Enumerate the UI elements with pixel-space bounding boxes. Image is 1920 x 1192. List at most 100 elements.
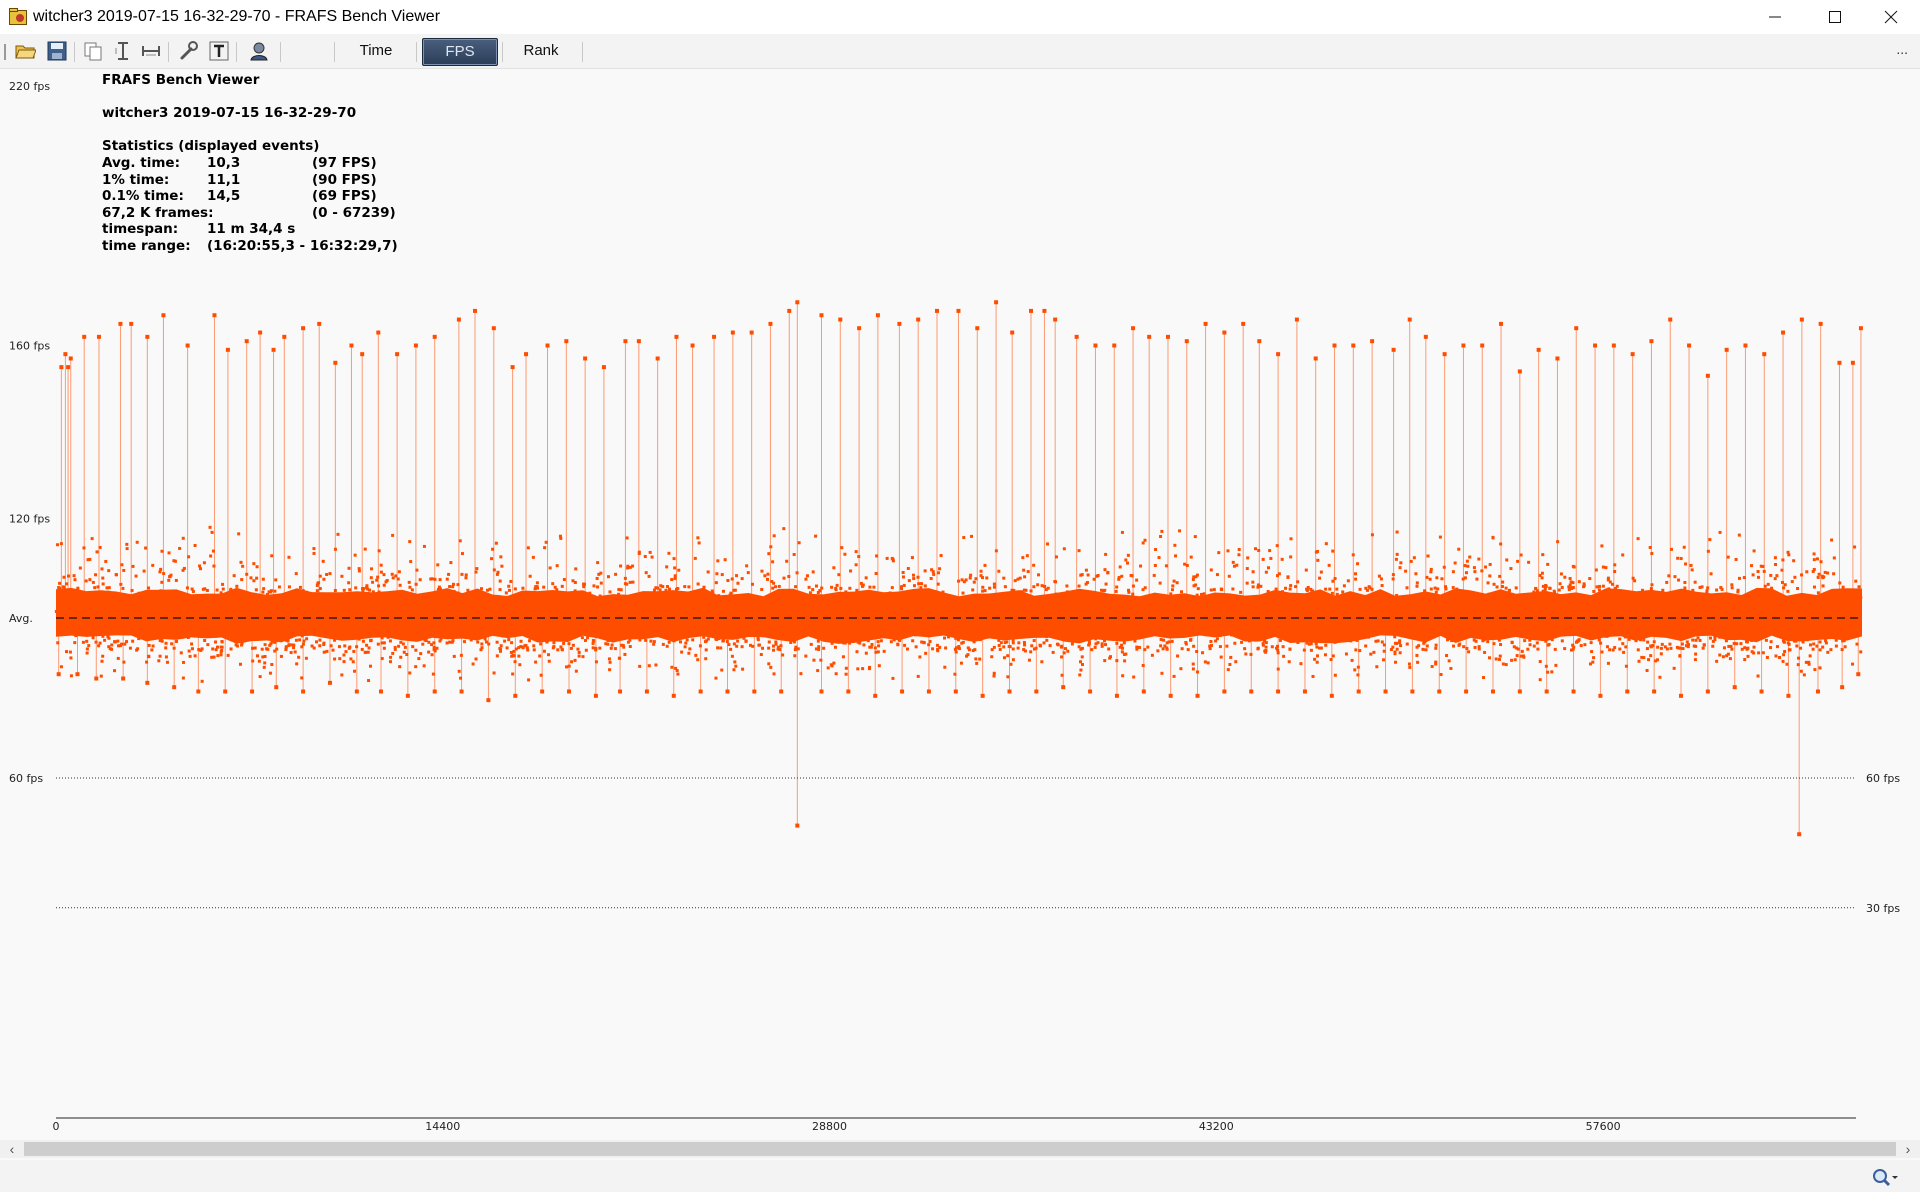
data-point	[1808, 654, 1812, 658]
data-point	[843, 552, 847, 556]
data-point	[672, 557, 676, 561]
data-point	[97, 612, 101, 616]
data-point	[220, 645, 224, 649]
data-point	[409, 560, 413, 564]
maximize-button[interactable]	[1812, 0, 1858, 34]
data-point	[457, 669, 461, 673]
stats-fps: (0 - 67239)	[312, 204, 396, 221]
data-point	[1077, 599, 1081, 603]
data-point	[72, 574, 76, 578]
data-point	[987, 630, 991, 634]
upper-spike-point	[301, 326, 306, 331]
data-point	[1062, 547, 1066, 551]
data-point	[221, 582, 225, 586]
scroll-right-button[interactable]: ›	[1898, 1140, 1918, 1158]
data-point	[594, 660, 598, 664]
data-point	[923, 569, 927, 573]
data-point	[269, 622, 273, 626]
data-point	[726, 579, 730, 583]
data-point	[1497, 657, 1501, 661]
data-point	[92, 628, 96, 632]
horizontal-scrollbar[interactable]: ‹ ›	[0, 1140, 1920, 1158]
data-point	[1528, 643, 1532, 647]
data-point	[613, 647, 617, 651]
minimize-button[interactable]	[1752, 0, 1798, 34]
data-point	[347, 581, 351, 585]
data-point	[1178, 529, 1182, 533]
data-point	[1409, 559, 1413, 563]
data-point	[1289, 555, 1293, 559]
data-point	[916, 674, 920, 678]
data-point	[620, 643, 624, 647]
data-point	[1761, 598, 1765, 602]
data-point	[83, 632, 87, 636]
data-point	[800, 602, 804, 606]
toolbar-separator	[416, 42, 417, 62]
data-point	[649, 639, 653, 643]
copy-icon[interactable]	[82, 40, 104, 62]
data-point	[868, 585, 872, 589]
time-mode-button[interactable]: Time	[346, 38, 406, 64]
data-point	[1647, 609, 1651, 613]
open-folder-icon[interactable]	[14, 40, 36, 62]
stats-row: Avg. time: 10,3 (97 FPS)	[102, 155, 377, 172]
data-point	[1054, 555, 1058, 559]
data-point	[498, 588, 502, 592]
data-point	[236, 644, 240, 648]
data-point	[1237, 600, 1241, 604]
data-point	[149, 593, 153, 597]
data-point	[495, 572, 499, 576]
data-point	[1714, 633, 1718, 637]
data-point	[73, 641, 77, 645]
data-point	[272, 605, 276, 609]
data-point	[1594, 568, 1598, 572]
close-button[interactable]	[1868, 0, 1914, 34]
data-point	[929, 627, 933, 631]
data-point	[346, 601, 350, 605]
data-point	[517, 654, 521, 658]
data-point	[1327, 563, 1331, 567]
horizontal-range-icon[interactable]	[140, 40, 162, 62]
zoom-icon[interactable]	[1872, 1168, 1900, 1188]
wrench-icon[interactable]	[178, 40, 200, 62]
upper-spike-point	[1818, 321, 1823, 326]
data-point	[918, 595, 922, 599]
data-point	[361, 639, 365, 643]
data-point	[1832, 572, 1836, 576]
data-point	[187, 649, 191, 653]
data-point	[1237, 553, 1241, 557]
upper-spike-point	[185, 343, 190, 348]
scrollbar-thumb[interactable]	[24, 1142, 1896, 1156]
lower-spike-point	[1061, 685, 1066, 690]
data-point	[607, 657, 611, 661]
data-point	[980, 598, 984, 602]
data-point	[202, 561, 206, 565]
data-point	[1319, 570, 1323, 574]
data-point	[1601, 565, 1605, 569]
text-icon[interactable]	[208, 40, 230, 62]
data-point	[602, 598, 606, 602]
data-point	[57, 586, 61, 590]
data-point	[1516, 647, 1520, 651]
rank-mode-button[interactable]: Rank	[510, 38, 572, 64]
data-point	[1839, 623, 1843, 627]
upper-spike-point	[1184, 339, 1189, 344]
data-point	[538, 654, 542, 658]
user-icon[interactable]	[248, 40, 270, 62]
save-icon[interactable]	[46, 40, 68, 62]
data-point	[772, 534, 776, 538]
data-point	[1141, 607, 1145, 611]
data-point	[733, 660, 737, 664]
data-point	[638, 664, 642, 668]
data-point	[1474, 635, 1478, 639]
toolbar-overflow-button[interactable]: ...	[1896, 41, 1908, 57]
data-point	[1786, 589, 1790, 593]
data-point	[1520, 594, 1524, 598]
data-point	[1053, 579, 1057, 583]
vertical-range-icon[interactable]	[112, 40, 134, 62]
data-point	[212, 564, 216, 568]
scroll-left-button[interactable]: ‹	[2, 1140, 22, 1158]
fps-mode-button[interactable]: FPS	[422, 38, 498, 66]
data-point	[366, 592, 370, 596]
chart-area[interactable]: 220 fps 160 fps 120 fps Avg. 60 fps 60 fps 30 …	[0, 69, 1920, 1141]
